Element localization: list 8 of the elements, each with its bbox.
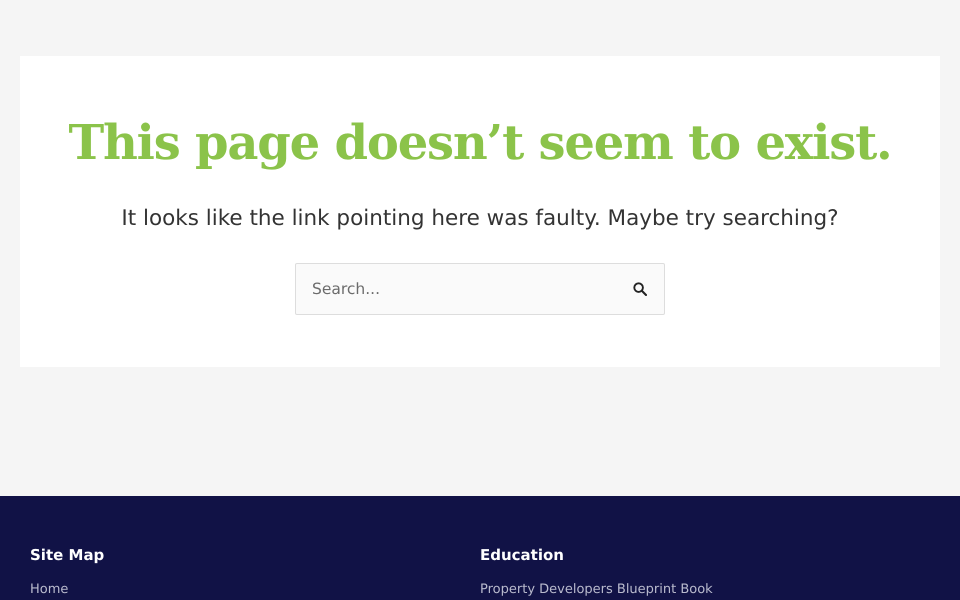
- footer-link[interactable]: Property Developers Blueprint Book: [480, 581, 713, 599]
- page-heading: This page doesn’t seem to exist.: [67, 114, 893, 173]
- search-field[interactable]: Search...: [295, 263, 665, 315]
- error-message: It looks like the link pointing here was faulty. Maybe try searching?: [121, 205, 839, 233]
- search-icon: [633, 282, 647, 296]
- footer-link[interactable]: Home: [30, 581, 68, 599]
- footer-heading: Site Map: [30, 545, 104, 566]
- footer-heading: Education: [480, 545, 564, 566]
